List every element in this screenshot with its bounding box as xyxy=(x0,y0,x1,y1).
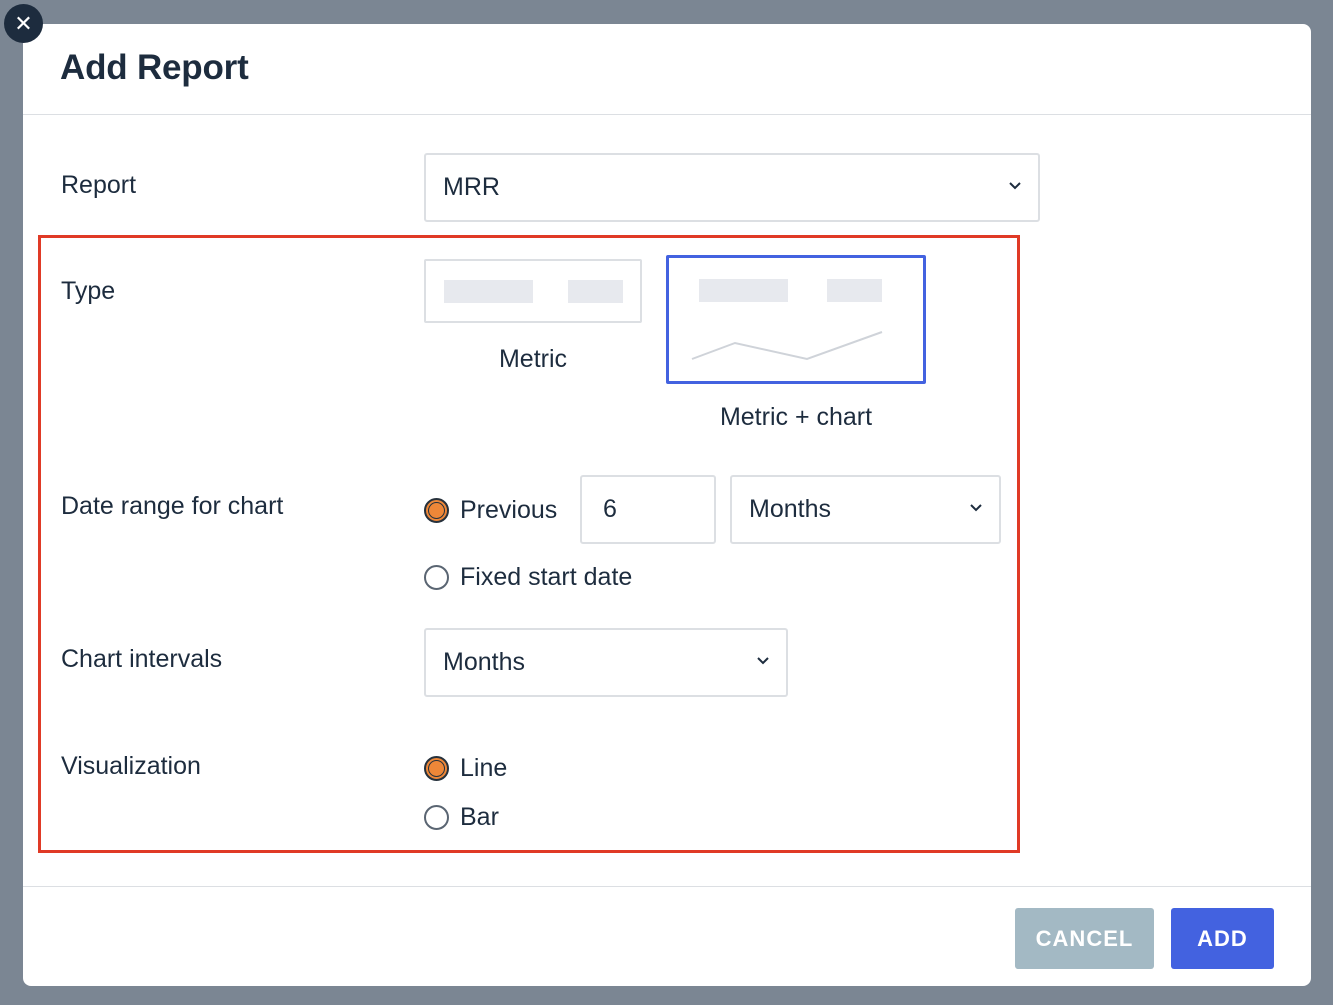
chart-intervals-label: Chart intervals xyxy=(61,645,223,673)
radio-line[interactable]: Line xyxy=(424,754,507,783)
radio-fixed-start-date-label: Fixed start date xyxy=(460,563,633,591)
metric-placeholder-bar xyxy=(444,280,533,303)
radio-button-unchecked[interactable] xyxy=(424,805,449,830)
chevron-down-icon xyxy=(1009,181,1021,189)
close-icon: ✕ xyxy=(14,10,33,36)
type-label: Type xyxy=(61,277,116,305)
metric-placeholder-bar xyxy=(699,279,788,302)
chart-intervals-value: Months xyxy=(443,648,525,676)
date-range-label: Date range for chart xyxy=(61,492,284,520)
radio-fixed-start-date[interactable]: Fixed start date xyxy=(424,563,632,592)
chevron-down-icon xyxy=(970,503,982,511)
report-label: Report xyxy=(61,171,137,199)
add-button[interactable]: ADD xyxy=(1171,908,1274,969)
date-range-unit-select[interactable]: Months xyxy=(730,475,1001,544)
radio-line-label: Line xyxy=(460,754,508,782)
type-option-metric-label: Metric xyxy=(498,345,568,373)
radio-previous-label: Previous xyxy=(460,496,558,524)
previous-count-value: 6 xyxy=(603,495,617,523)
chart-intervals-select[interactable]: Months xyxy=(424,628,788,697)
radio-bar[interactable]: Bar xyxy=(424,803,499,832)
radio-button-checked[interactable] xyxy=(424,756,449,781)
metric-placeholder-bar xyxy=(827,279,882,302)
cancel-button[interactable]: CANCEL xyxy=(1015,908,1154,969)
close-button[interactable]: ✕ xyxy=(4,4,43,43)
radio-previous[interactable]: Previous xyxy=(424,496,557,525)
dialog-header: Add Report xyxy=(23,24,1311,115)
report-select-value: MRR xyxy=(443,173,500,201)
visualization-label: Visualization xyxy=(61,752,201,780)
radio-button-unchecked[interactable] xyxy=(424,565,449,590)
line-chart-preview-icon xyxy=(691,331,883,361)
type-option-metric-chart[interactable] xyxy=(666,255,926,384)
report-select[interactable]: MRR xyxy=(424,153,1040,222)
radio-button-checked[interactable] xyxy=(424,498,449,523)
dialog-title: Add Report xyxy=(60,48,249,87)
dialog-footer: CANCEL ADD xyxy=(23,886,1311,986)
type-option-metric-chart-label: Metric + chart xyxy=(719,403,873,431)
metric-placeholder-bar xyxy=(568,280,623,303)
previous-count-input[interactable]: 6 xyxy=(580,475,716,544)
chevron-down-icon xyxy=(757,656,769,664)
type-option-metric[interactable] xyxy=(424,259,642,323)
add-report-dialog: Add Report Report MRR Type Metric Metric… xyxy=(23,24,1311,986)
date-range-unit-value: Months xyxy=(749,495,831,523)
radio-bar-label: Bar xyxy=(460,803,499,831)
